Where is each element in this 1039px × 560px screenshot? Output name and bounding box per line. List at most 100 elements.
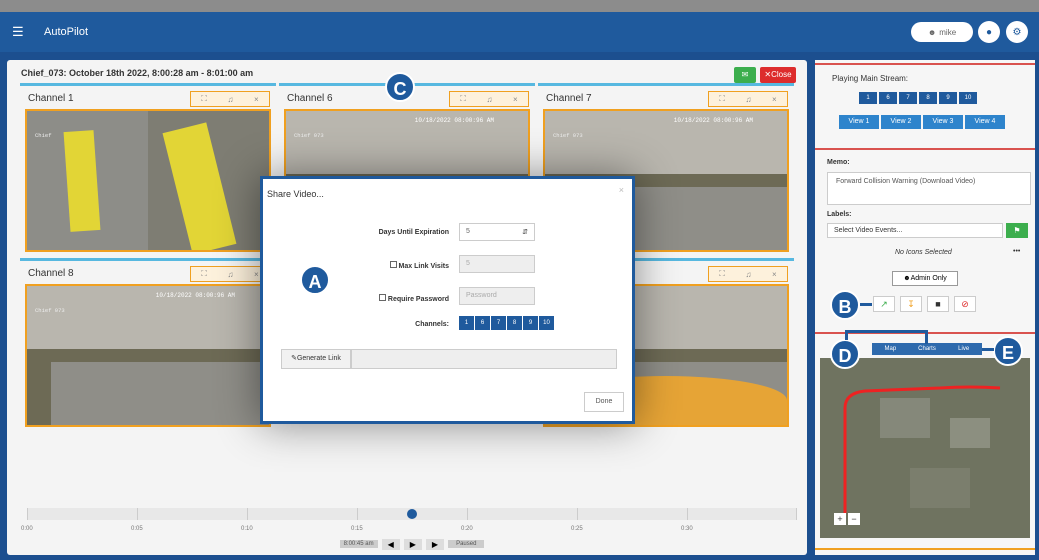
- bell-icon[interactable]: ●: [978, 21, 1000, 43]
- lock-button[interactable]: ■: [927, 296, 949, 312]
- view-2-button[interactable]: View 2: [881, 115, 921, 129]
- close-icon[interactable]: ×: [513, 95, 518, 104]
- password-checkbox[interactable]: [378, 294, 386, 301]
- view-1-button[interactable]: View 1: [839, 115, 879, 129]
- channel-button[interactable]: 6: [475, 316, 490, 330]
- generated-link-field[interactable]: [351, 349, 617, 369]
- close-button[interactable]: ✕Close: [760, 67, 796, 83]
- expand-icon[interactable]: ⛶: [201, 269, 207, 279]
- admin-only-label: Admin Only: [910, 275, 947, 282]
- video-timestamp: 10/18/2022 08:00:96 AM: [414, 117, 494, 124]
- admin-only-button[interactable]: ☻Admin Only: [892, 271, 958, 286]
- video-timestamp: 10/18/2022 08:00:96 AM: [673, 117, 753, 124]
- timeline-label: 0:25: [571, 526, 583, 532]
- days-stepper[interactable]: 5 ⇵: [459, 223, 535, 241]
- expand-icon[interactable]: ⛶: [201, 94, 207, 104]
- share-button[interactable]: ↗: [873, 296, 895, 312]
- channel-controls: ⛶ ♫ ×: [449, 91, 529, 107]
- more-icon[interactable]: •••: [1013, 248, 1020, 255]
- close-icon[interactable]: ×: [619, 185, 624, 195]
- status-badge: Paused: [448, 540, 485, 548]
- channel-button[interactable]: 9: [523, 316, 538, 330]
- tab-map[interactable]: Map: [872, 343, 909, 355]
- channel-button[interactable]: 8: [507, 316, 522, 330]
- expand-icon[interactable]: ⛶: [460, 94, 466, 104]
- volume-icon[interactable]: ♫: [486, 95, 492, 104]
- tab-charts[interactable]: Charts: [909, 343, 946, 355]
- volume-icon[interactable]: ♫: [745, 95, 751, 104]
- channel-button[interactable]: 7: [491, 316, 506, 330]
- password-text: Require Password: [387, 296, 449, 303]
- lock-icon: ■: [935, 299, 941, 309]
- max-visits-value: 5: [466, 260, 470, 267]
- video-feed[interactable]: 10/18/2022 08:00:96 AM Chief 073: [25, 284, 271, 427]
- prev-frame-button[interactable]: ◀: [381, 538, 400, 550]
- gear-icon[interactable]: ⚙: [1006, 21, 1028, 43]
- user-menu[interactable]: ☻ mike: [911, 22, 973, 42]
- channel-title: Channel 6: [287, 93, 333, 104]
- window-top-bar: [0, 0, 1039, 12]
- app-title: AutoPilot: [44, 26, 89, 38]
- memo-label: Memo:: [827, 159, 850, 166]
- memo-field[interactable]: Forward Collision Warning (Download Vide…: [827, 172, 1031, 205]
- view-4-button[interactable]: View 4: [965, 115, 1005, 129]
- timeline-thumb[interactable]: [407, 509, 417, 519]
- map-tabs: Map Charts Live: [872, 343, 982, 355]
- expand-icon[interactable]: ⛶: [719, 269, 725, 279]
- channel-button[interactable]: 7: [899, 92, 917, 104]
- channel-button[interactable]: 9: [939, 92, 957, 104]
- done-button[interactable]: Done: [584, 392, 624, 412]
- dialog-title: Share Video...: [267, 189, 324, 199]
- callout-d-line: [925, 330, 928, 344]
- close-icon[interactable]: ×: [254, 270, 259, 279]
- channel-button[interactable]: 10: [539, 316, 554, 330]
- channel-button[interactable]: 1: [859, 92, 877, 104]
- volume-icon[interactable]: ♫: [227, 95, 233, 104]
- days-label: Days Until Expiration: [378, 229, 449, 236]
- view-3-button[interactable]: View 3: [923, 115, 963, 129]
- chat-icon: ✉: [741, 70, 749, 79]
- volume-icon[interactable]: ♫: [745, 270, 751, 279]
- channel-button[interactable]: 10: [959, 92, 977, 104]
- close-icon[interactable]: ×: [254, 95, 259, 104]
- close-icon[interactable]: ×: [772, 95, 777, 104]
- share-video-dialog: Share Video... × Days Until Expiration 5…: [260, 176, 635, 424]
- max-visits-label: Max Link Visits: [333, 261, 449, 270]
- channel-title: Channel 7: [546, 93, 592, 104]
- max-visits-stepper[interactable]: 5: [459, 255, 535, 273]
- timeline-label: 0:00: [21, 526, 33, 532]
- channel-button[interactable]: 6: [879, 92, 897, 104]
- channel-button[interactable]: 1: [459, 316, 474, 330]
- labels-select[interactable]: Select Video Events...: [827, 223, 1003, 238]
- zoom-in-button[interactable]: +: [834, 513, 846, 525]
- callout-c: C: [385, 72, 415, 102]
- camera-label: Chief 073: [35, 307, 65, 314]
- zoom-out-button[interactable]: −: [848, 513, 860, 525]
- block-button[interactable]: ⊘: [954, 296, 976, 312]
- video-feed[interactable]: Chief: [25, 109, 271, 252]
- play-button[interactable]: ▶: [403, 538, 422, 550]
- map-view[interactable]: + −: [820, 358, 1030, 538]
- block-icon: ⊘: [961, 299, 969, 309]
- comment-button[interactable]: ✉: [734, 67, 756, 83]
- menu-icon[interactable]: ☰: [12, 24, 26, 40]
- video-timestamp: 10/18/2022 08:00:96 AM: [155, 292, 235, 299]
- download-button[interactable]: ↧: [900, 296, 922, 312]
- channel-controls: ⛶ ♫ ×: [708, 266, 788, 282]
- top-nav: ☰ AutoPilot ☻ mike ● ⚙: [0, 12, 1039, 52]
- labels-label: Labels:: [827, 211, 852, 218]
- tag-button[interactable]: ⚑: [1006, 223, 1028, 238]
- expand-icon[interactable]: ⛶: [719, 94, 725, 104]
- stepper-icon[interactable]: ⇵: [522, 228, 528, 236]
- password-field[interactable]: Password: [459, 287, 535, 305]
- volume-icon[interactable]: ♫: [227, 270, 233, 279]
- tab-live[interactable]: Live: [945, 343, 982, 355]
- current-time: 8:00:45 am: [339, 540, 378, 548]
- generate-link-button[interactable]: ✎Generate Link: [281, 349, 351, 369]
- timeline-scrubber[interactable]: [27, 508, 797, 520]
- max-visits-checkbox[interactable]: [389, 261, 397, 268]
- channel-button[interactable]: 8: [919, 92, 937, 104]
- user-name: mike: [939, 27, 957, 37]
- close-icon[interactable]: ×: [772, 270, 777, 279]
- next-frame-button[interactable]: ▶: [425, 538, 445, 550]
